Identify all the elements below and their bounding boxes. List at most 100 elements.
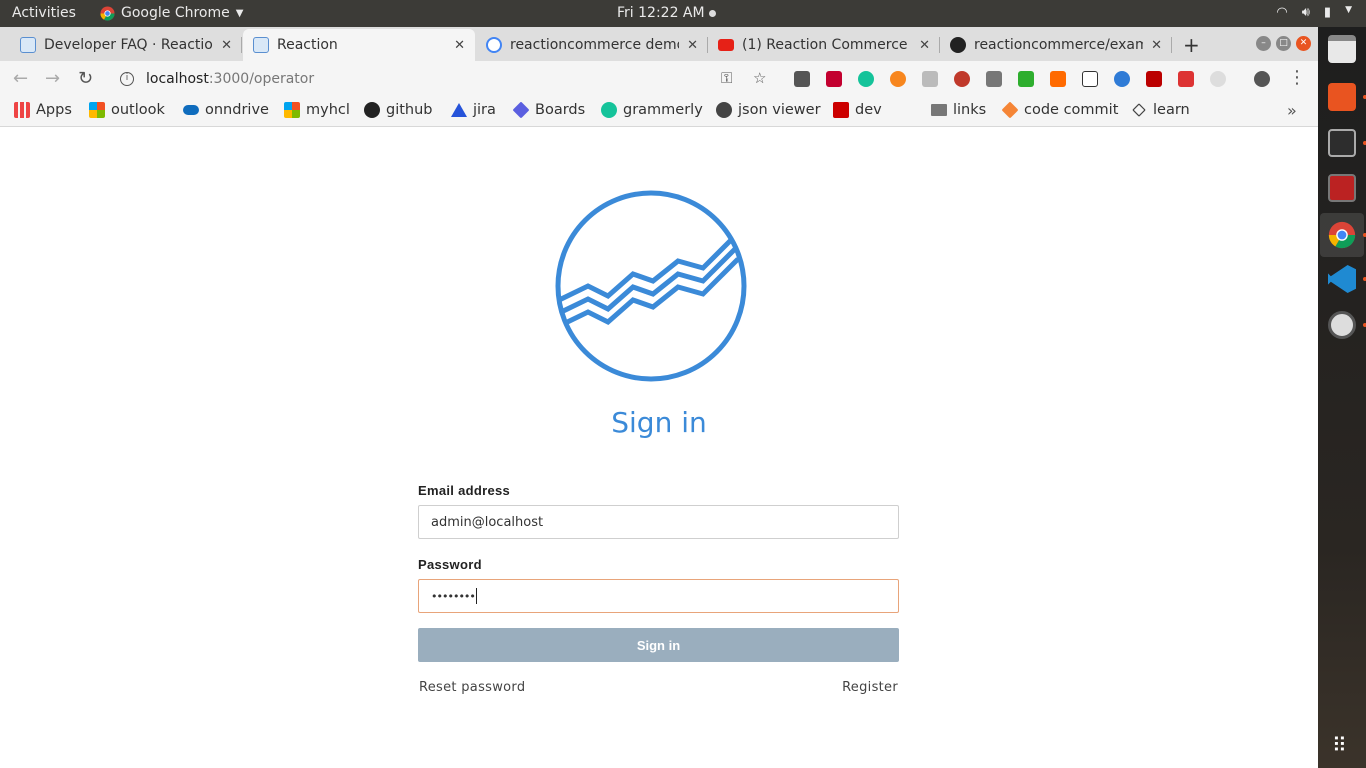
bookmark-label: links <box>953 102 987 118</box>
tab-title: reactioncommerce demo <box>510 37 680 53</box>
vscode-icon[interactable] <box>1328 265 1356 293</box>
star-icon[interactable]: ☆ <box>753 69 766 87</box>
reload-icon[interactable]: ↻ <box>78 68 93 89</box>
cube-icon[interactable] <box>1082 71 1098 87</box>
folder-icon <box>931 104 947 116</box>
tab-reaction[interactable]: Reaction ✕ <box>243 29 475 61</box>
close-icon[interactable]: ✕ <box>687 38 698 53</box>
system-tray[interactable]: ◠ 🔊︎ ▮ ▼ <box>1276 5 1352 20</box>
bookmark-links[interactable]: links <box>931 102 986 118</box>
browser-toolbar: ← → ↻ i localhost:3000/operator ⚿ ☆ ⋮ <box>0 61 1318 97</box>
extension-off-icon[interactable] <box>1050 71 1066 87</box>
email-field[interactable]: admin@localhost <box>418 505 899 539</box>
software-center-icon[interactable] <box>1328 83 1356 111</box>
extension-dark-icon[interactable] <box>986 71 1002 87</box>
reset-password-link[interactable]: Reset password <box>419 680 525 695</box>
extension-orange-icon[interactable] <box>890 71 906 87</box>
app-menu[interactable]: Google Chrome ▼ <box>100 5 243 21</box>
register-link[interactable]: Register <box>842 680 898 695</box>
profile-avatar-icon[interactable] <box>1254 71 1270 87</box>
minimize-icon[interactable]: – <box>1256 36 1271 51</box>
bookmark-label: myhcl <box>306 102 350 118</box>
tab-google-search[interactable]: reactioncommerce demo ✕ <box>476 29 708 61</box>
update-manager-icon[interactable] <box>1328 311 1356 339</box>
show-applications-icon[interactable]: ⠿ <box>1332 733 1347 757</box>
dev-icon <box>833 102 849 118</box>
chevron-down-icon: ▼ <box>1345 5 1352 15</box>
chevron-down-icon: ▼ <box>235 7 244 19</box>
cors-icon[interactable] <box>1018 71 1034 87</box>
tab-developer-faq[interactable]: Developer FAQ · Reaction ✕ <box>10 29 242 61</box>
bookmark-boards[interactable]: Boards <box>512 101 585 119</box>
url-host: localhost <box>146 71 209 87</box>
extension-red-box-icon[interactable] <box>1178 71 1194 87</box>
extension-gray-icon[interactable] <box>922 71 938 87</box>
bookmark-label: code commit <box>1024 102 1119 118</box>
reaction-logo-icon <box>555 190 747 382</box>
tab-github[interactable]: reactioncommerce/exam ✕ <box>940 29 1172 61</box>
tab-title: Reaction <box>277 37 338 53</box>
password-field[interactable]: •••••••• <box>418 579 899 613</box>
ubuntu-dock: ⠿ <box>1318 27 1366 768</box>
bookmark-code-commit[interactable]: code commit <box>1001 101 1119 119</box>
close-window-icon[interactable]: ✕ <box>1296 36 1311 51</box>
bookmark-apps[interactable]: Apps <box>14 102 72 118</box>
extension-light-icon[interactable] <box>1210 71 1226 87</box>
reaction-favicon-icon <box>253 37 269 53</box>
close-icon[interactable]: ✕ <box>454 38 465 53</box>
files-icon[interactable] <box>1328 35 1356 63</box>
maximize-icon[interactable]: □ <box>1276 36 1291 51</box>
tab-title: reactioncommerce/exam <box>974 37 1144 53</box>
reaction-favicon-icon <box>20 37 36 53</box>
volume-icon: 🔊︎ <box>1301 5 1310 20</box>
info-icon[interactable]: i <box>120 72 134 86</box>
chrome-icon[interactable] <box>1328 221 1356 249</box>
close-icon[interactable]: ✕ <box>221 38 232 53</box>
back-arrow-icon[interactable]: ← <box>13 68 28 89</box>
cloud-icon <box>183 105 199 115</box>
google-icon <box>486 37 502 53</box>
globe-icon[interactable] <box>1114 71 1130 87</box>
tab-title: (1) Reaction Commerce - <box>742 37 912 53</box>
extension-red-icon[interactable] <box>954 71 970 87</box>
app-red-icon[interactable] <box>1328 174 1356 202</box>
signin-form: Email address admin@localhost Password •… <box>418 483 899 695</box>
bookmark-myhcl[interactable]: myhcl <box>284 102 350 118</box>
forward-arrow-icon[interactable]: → <box>45 68 60 89</box>
page-content: Sign in Email address admin@localhost Pa… <box>0 128 1318 768</box>
activities-button[interactable]: Activities <box>12 5 76 21</box>
bookmark-json-viewer[interactable]: json viewer <box>716 102 821 118</box>
angular-icon[interactable] <box>826 71 842 87</box>
close-icon[interactable]: ✕ <box>919 38 930 53</box>
close-icon[interactable]: ✕ <box>1151 38 1162 53</box>
extension-pdf-icon[interactable] <box>1146 71 1162 87</box>
bookmark-label: outlook <box>111 102 165 118</box>
bookmark-grammerly[interactable]: grammerly <box>601 102 703 118</box>
clock[interactable]: Fri 12:22 AM <box>617 5 716 21</box>
new-tab-button[interactable]: + <box>1183 33 1200 57</box>
more-menu-icon[interactable]: ⋮ <box>1288 67 1306 88</box>
boards-icon <box>512 101 530 119</box>
key-icon[interactable]: ⚿ <box>721 69 732 87</box>
bookmark-github[interactable]: github <box>364 102 433 118</box>
grammarly-icon[interactable] <box>858 71 874 87</box>
bookmark-jira[interactable]: jira <box>451 102 496 118</box>
terminal-icon[interactable] <box>1328 129 1356 157</box>
bookmark-outlook[interactable]: outlook <box>89 102 165 118</box>
bookmark-learn[interactable]: learn <box>1131 102 1190 118</box>
extension-video-icon[interactable] <box>794 71 810 87</box>
signin-button[interactable]: Sign in <box>418 628 899 662</box>
bookmark-label: grammerly <box>623 102 703 118</box>
jira-icon <box>451 103 467 117</box>
bookmark-label: jira <box>473 102 496 118</box>
chevron-double-right-icon[interactable]: » <box>1287 101 1297 120</box>
github-icon <box>950 37 966 53</box>
text-caret <box>475 588 477 604</box>
learn-icon <box>1132 103 1146 117</box>
youtube-icon <box>718 39 734 51</box>
tab-strip: Developer FAQ · Reaction ✕ Reaction ✕ re… <box>0 27 1318 61</box>
address-bar[interactable]: i localhost:3000/operator <box>108 64 780 94</box>
bookmark-dev[interactable]: dev <box>833 102 882 118</box>
bookmark-onndrive[interactable]: onndrive <box>183 102 269 118</box>
tab-youtube[interactable]: (1) Reaction Commerce - ✕ <box>708 29 940 61</box>
